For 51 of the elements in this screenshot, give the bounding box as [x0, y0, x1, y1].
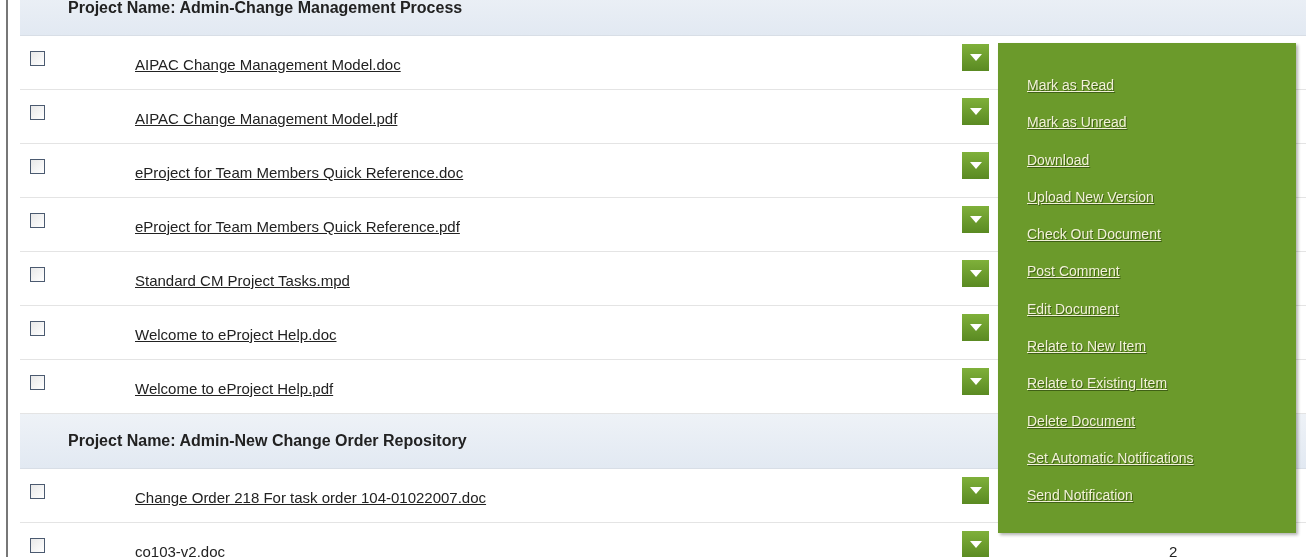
checkbox[interactable] [30, 538, 45, 553]
checkbox[interactable] [30, 213, 45, 228]
menu-item[interactable]: Upload New Version [1027, 186, 1154, 207]
checkbox[interactable] [30, 484, 45, 499]
count: 2 [1169, 543, 1178, 557]
dropdown-button[interactable] [962, 314, 989, 341]
menu-item[interactable]: Relate to New Item [1027, 336, 1147, 357]
menu-item[interactable]: Check Out Document [1027, 224, 1161, 245]
caret-icon [969, 215, 982, 224]
document-link[interactable]: Welcome to eProject Help.doc [135, 326, 962, 343]
checkbox[interactable] [30, 375, 45, 390]
project-name: Project Name: Admin-Change Management Process [68, 0, 463, 17]
checkbox[interactable] [30, 321, 45, 336]
caret-icon [969, 161, 982, 170]
menu-item[interactable]: Delete Document [1027, 410, 1136, 431]
caret-icon [969, 377, 982, 386]
menu-item[interactable]: Set Automatic Notifications [1027, 447, 1194, 468]
caret-icon [969, 540, 982, 549]
caret-icon [969, 107, 982, 116]
dropdown-button[interactable] [962, 260, 989, 287]
menu-item[interactable]: Download [1027, 149, 1090, 170]
dropdown-button[interactable] [962, 477, 989, 504]
caret-icon [969, 269, 982, 278]
checkbox[interactable] [30, 51, 45, 66]
document-link[interactable]: AIPAC Change Management Model.doc [135, 56, 962, 73]
dropdown-button[interactable] [962, 44, 989, 71]
document-link[interactable]: eProject for Team Members Quick Reference.pdf [135, 218, 962, 235]
dropdown-button[interactable] [962, 98, 989, 125]
caret-icon [969, 53, 982, 62]
dropdown-button[interactable] [962, 152, 989, 179]
caret-icon [969, 323, 982, 332]
menu-item[interactable]: Mark as Read [1027, 75, 1115, 95]
document-link[interactable]: Change Order 218 For task order 104-01022007.doc [135, 489, 962, 506]
dropdown-button[interactable] [962, 531, 989, 557]
checkbox[interactable] [30, 159, 45, 174]
document-link[interactable]: Welcome to eProject Help.pdf [135, 380, 962, 397]
menu-item[interactable]: Edit Document [1027, 298, 1119, 319]
document-link[interactable]: Standard CM Project Tasks.mpd [135, 272, 962, 289]
menu-item[interactable]: Post Comment [1027, 261, 1120, 282]
project-name: Project Name: Admin-New Change Order Repository [68, 432, 467, 450]
document-link[interactable]: co103-v2.doc [135, 543, 962, 557]
caret-icon [969, 486, 982, 495]
menu-item[interactable]: Send Notification [1027, 485, 1133, 506]
dropdown-button[interactable] [962, 206, 989, 233]
menu-item[interactable]: Mark as Unread [1027, 112, 1127, 133]
document-link[interactable]: eProject for Team Members Quick Reference.doc [135, 164, 962, 181]
menu-item[interactable]: Relate to Existing Item [1027, 373, 1168, 394]
checkbox[interactable] [30, 267, 45, 282]
document-link[interactable]: AIPAC Change Management Model.pdf [135, 110, 962, 127]
dropdown-button[interactable] [962, 368, 989, 395]
checkbox[interactable] [30, 105, 45, 120]
